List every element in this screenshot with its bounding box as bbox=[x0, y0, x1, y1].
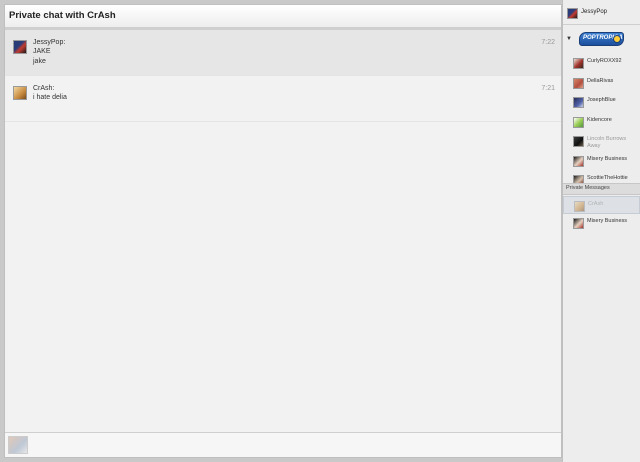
room-header: ▼ POPTROPICA bbox=[563, 30, 640, 50]
chat-panel: Private chat with CrAsh JessyPop: JAKE j… bbox=[4, 4, 562, 458]
user-avatar bbox=[573, 136, 584, 147]
user-list-item[interactable]: Lincoln Burrows Away bbox=[563, 132, 640, 152]
jessypop-avatar bbox=[13, 40, 27, 54]
logo-text: POPTROPICA bbox=[583, 35, 623, 41]
message-input[interactable] bbox=[33, 435, 559, 456]
user-avatar bbox=[573, 97, 584, 108]
user-avatar bbox=[573, 58, 584, 69]
user-list-item[interactable]: DellaRivas bbox=[563, 74, 640, 94]
chat-title: Private chat with CrAsh bbox=[9, 10, 116, 21]
message-list: JessyPop: JAKE jake 7:22 CrAsh: i hate d… bbox=[5, 30, 561, 122]
current-user[interactable]: JessyPop bbox=[563, 4, 640, 25]
collapse-triangle-icon[interactable]: ▼ bbox=[566, 36, 572, 42]
message-line: i hate delia bbox=[33, 94, 67, 101]
message-line: JAKE bbox=[33, 48, 51, 55]
self-avatar bbox=[8, 436, 28, 454]
current-user-name: JessyPop bbox=[581, 9, 608, 15]
message-item: JessyPop: JAKE jake 7:22 bbox=[5, 30, 561, 76]
user-name: DellaRivas bbox=[587, 77, 614, 84]
user-name: CrAsh bbox=[588, 201, 604, 207]
user-name: JosephBlue bbox=[587, 97, 616, 103]
message-body: JAKE jake bbox=[33, 47, 51, 67]
user-name: CurlyROXX92 bbox=[587, 58, 622, 64]
user-sidebar: JessyPop ▼ POPTROPICA CurlyROXX92 DellaR… bbox=[562, 0, 640, 462]
private-messages-label: Private Messages bbox=[566, 185, 610, 191]
user-list-item[interactable]: JosephBlue bbox=[563, 93, 640, 113]
chat-header: Private chat with CrAsh bbox=[5, 5, 561, 30]
user-list: CurlyROXX92 DellaRivas JosephBlue Kidenc… bbox=[563, 54, 640, 191]
message-author[interactable]: JessyPop: bbox=[33, 39, 65, 46]
current-user-avatar bbox=[567, 8, 578, 19]
message-timestamp: 7:22 bbox=[541, 39, 555, 46]
message-input-bar bbox=[5, 432, 561, 457]
user-avatar bbox=[573, 155, 584, 167]
user-name: ScottieTheHottie bbox=[587, 175, 628, 181]
private-message-list: CrAsh Misery Business bbox=[563, 196, 640, 232]
message-line: jake bbox=[33, 58, 46, 65]
user-name: Kidencore bbox=[587, 116, 612, 123]
message-item: CrAsh: i hate delia 7:21 bbox=[5, 76, 561, 122]
poptropica-logo: POPTROPICA bbox=[579, 32, 624, 46]
user-avatar bbox=[573, 218, 584, 229]
user-avatar bbox=[573, 77, 584, 89]
user-list-item[interactable]: CurlyROXX92 bbox=[563, 54, 640, 74]
user-name: Misery Business bbox=[587, 218, 628, 224]
user-list-item[interactable]: Kidencore bbox=[563, 113, 640, 133]
private-messages-header: Private Messages bbox=[563, 183, 640, 195]
crash-avatar bbox=[13, 86, 27, 100]
private-message-item[interactable]: CrAsh bbox=[563, 196, 640, 214]
user-list-item[interactable]: Misery Business bbox=[563, 152, 640, 172]
private-message-item[interactable]: Misery Business bbox=[563, 214, 640, 232]
message-timestamp: 7:21 bbox=[541, 85, 555, 92]
user-name: Lincoln Burrows Away bbox=[587, 136, 627, 149]
message-author[interactable]: CrAsh: bbox=[33, 85, 54, 92]
user-avatar bbox=[573, 116, 584, 128]
user-name: Misery Business bbox=[587, 155, 628, 162]
user-avatar bbox=[574, 201, 585, 212]
message-body: i hate delia bbox=[33, 93, 67, 103]
